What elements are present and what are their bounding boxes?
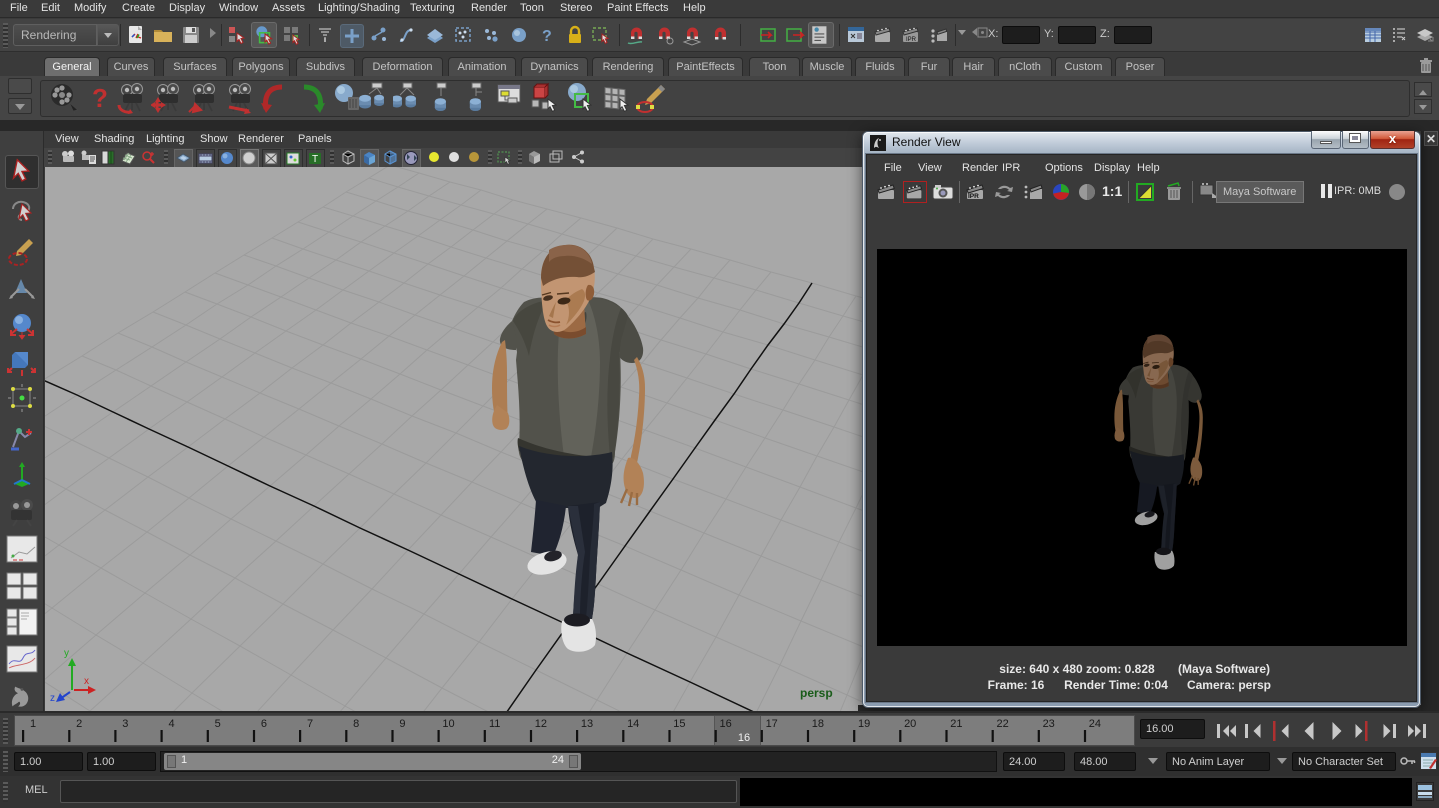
svg-text:3: 3 (122, 718, 128, 730)
svg-text:14: 14 (627, 718, 639, 730)
svg-text:21: 21 (950, 718, 962, 730)
svg-text:T: T (312, 154, 318, 165)
svg-text:11: 11 (489, 718, 500, 730)
svg-text:22: 22 (996, 718, 1008, 730)
svg-text:15: 15 (673, 718, 685, 730)
svg-text:x: x (84, 676, 89, 687)
svg-text:16: 16 (738, 732, 750, 744)
svg-text:z: z (50, 693, 55, 704)
svg-text:9: 9 (399, 718, 405, 730)
svg-text:13: 13 (581, 718, 593, 730)
svg-text:18: 18 (812, 718, 824, 730)
svg-text:19: 19 (858, 718, 870, 730)
svg-text:persp: persp (800, 686, 833, 700)
svg-text:2: 2 (76, 718, 82, 730)
svg-text:24: 24 (1089, 718, 1101, 730)
svg-text:y: y (64, 648, 69, 659)
svg-text:6: 6 (261, 718, 267, 730)
svg-text:?: ? (542, 28, 552, 45)
svg-text:?: ? (92, 83, 108, 113)
svg-text:17: 17 (766, 718, 778, 730)
svg-text:16: 16 (719, 718, 731, 730)
svg-text:1: 1 (30, 718, 36, 730)
svg-text:7: 7 (307, 718, 313, 730)
svg-text:IPR: IPR (906, 37, 917, 43)
svg-text:20: 20 (904, 718, 916, 730)
svg-text:23: 23 (1043, 718, 1055, 730)
svg-text:IPR: IPR (968, 193, 979, 200)
svg-text:10: 10 (442, 718, 454, 730)
svg-text:8: 8 (353, 718, 359, 730)
svg-text:4: 4 (168, 718, 174, 730)
svg-text:12: 12 (535, 718, 547, 730)
svg-text:5: 5 (215, 718, 221, 730)
